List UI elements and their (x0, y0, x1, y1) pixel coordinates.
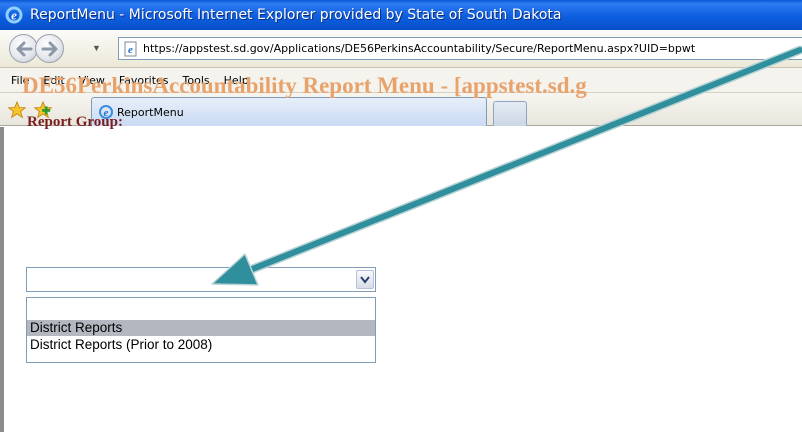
forward-arrow-icon (41, 41, 58, 57)
tab-label: ReportMenu (117, 105, 184, 119)
option-district-reports-prior[interactable]: District Reports (Prior to 2008) (27, 337, 375, 353)
new-tab-button[interactable] (493, 101, 527, 126)
select-dropdown-button[interactable] (356, 270, 374, 289)
option-district-reports[interactable]: District Reports (27, 320, 375, 336)
svg-text:e: e (128, 44, 133, 56)
option-blank[interactable] (27, 298, 375, 314)
ie-logo-icon: e (5, 6, 23, 24)
report-group-label: Report Group: (27, 114, 123, 130)
page-title: DE56PerkinsAccountability Report Menu - … (22, 73, 587, 98)
svg-text:e: e (11, 8, 17, 23)
navigation-bar: ▼ e https://appstest.sd.gov/Applications… (0, 30, 802, 68)
back-arrow-icon (16, 41, 33, 57)
report-group-options: District Reports District Reports (Prior… (26, 297, 376, 363)
page-icon: e (124, 41, 137, 56)
back-button[interactable] (9, 34, 38, 63)
address-bar[interactable]: e https://appstest.sd.gov/Applications/D… (118, 37, 802, 60)
window-title-bar: e ReportMenu - Microsoft Internet Explor… (0, 0, 802, 30)
window-title: ReportMenu - Microsoft Internet Explorer… (30, 7, 562, 23)
report-group-select[interactable] (26, 267, 376, 292)
tab-reportmenu[interactable]: e ReportMenu (91, 97, 487, 126)
history-dropdown[interactable]: ▼ (92, 41, 102, 55)
star-icon[interactable] (8, 101, 26, 119)
forward-button[interactable] (35, 34, 64, 63)
chevron-down-icon (360, 275, 370, 284)
url-text: https://appstest.sd.gov/Applications/DE5… (143, 42, 696, 55)
